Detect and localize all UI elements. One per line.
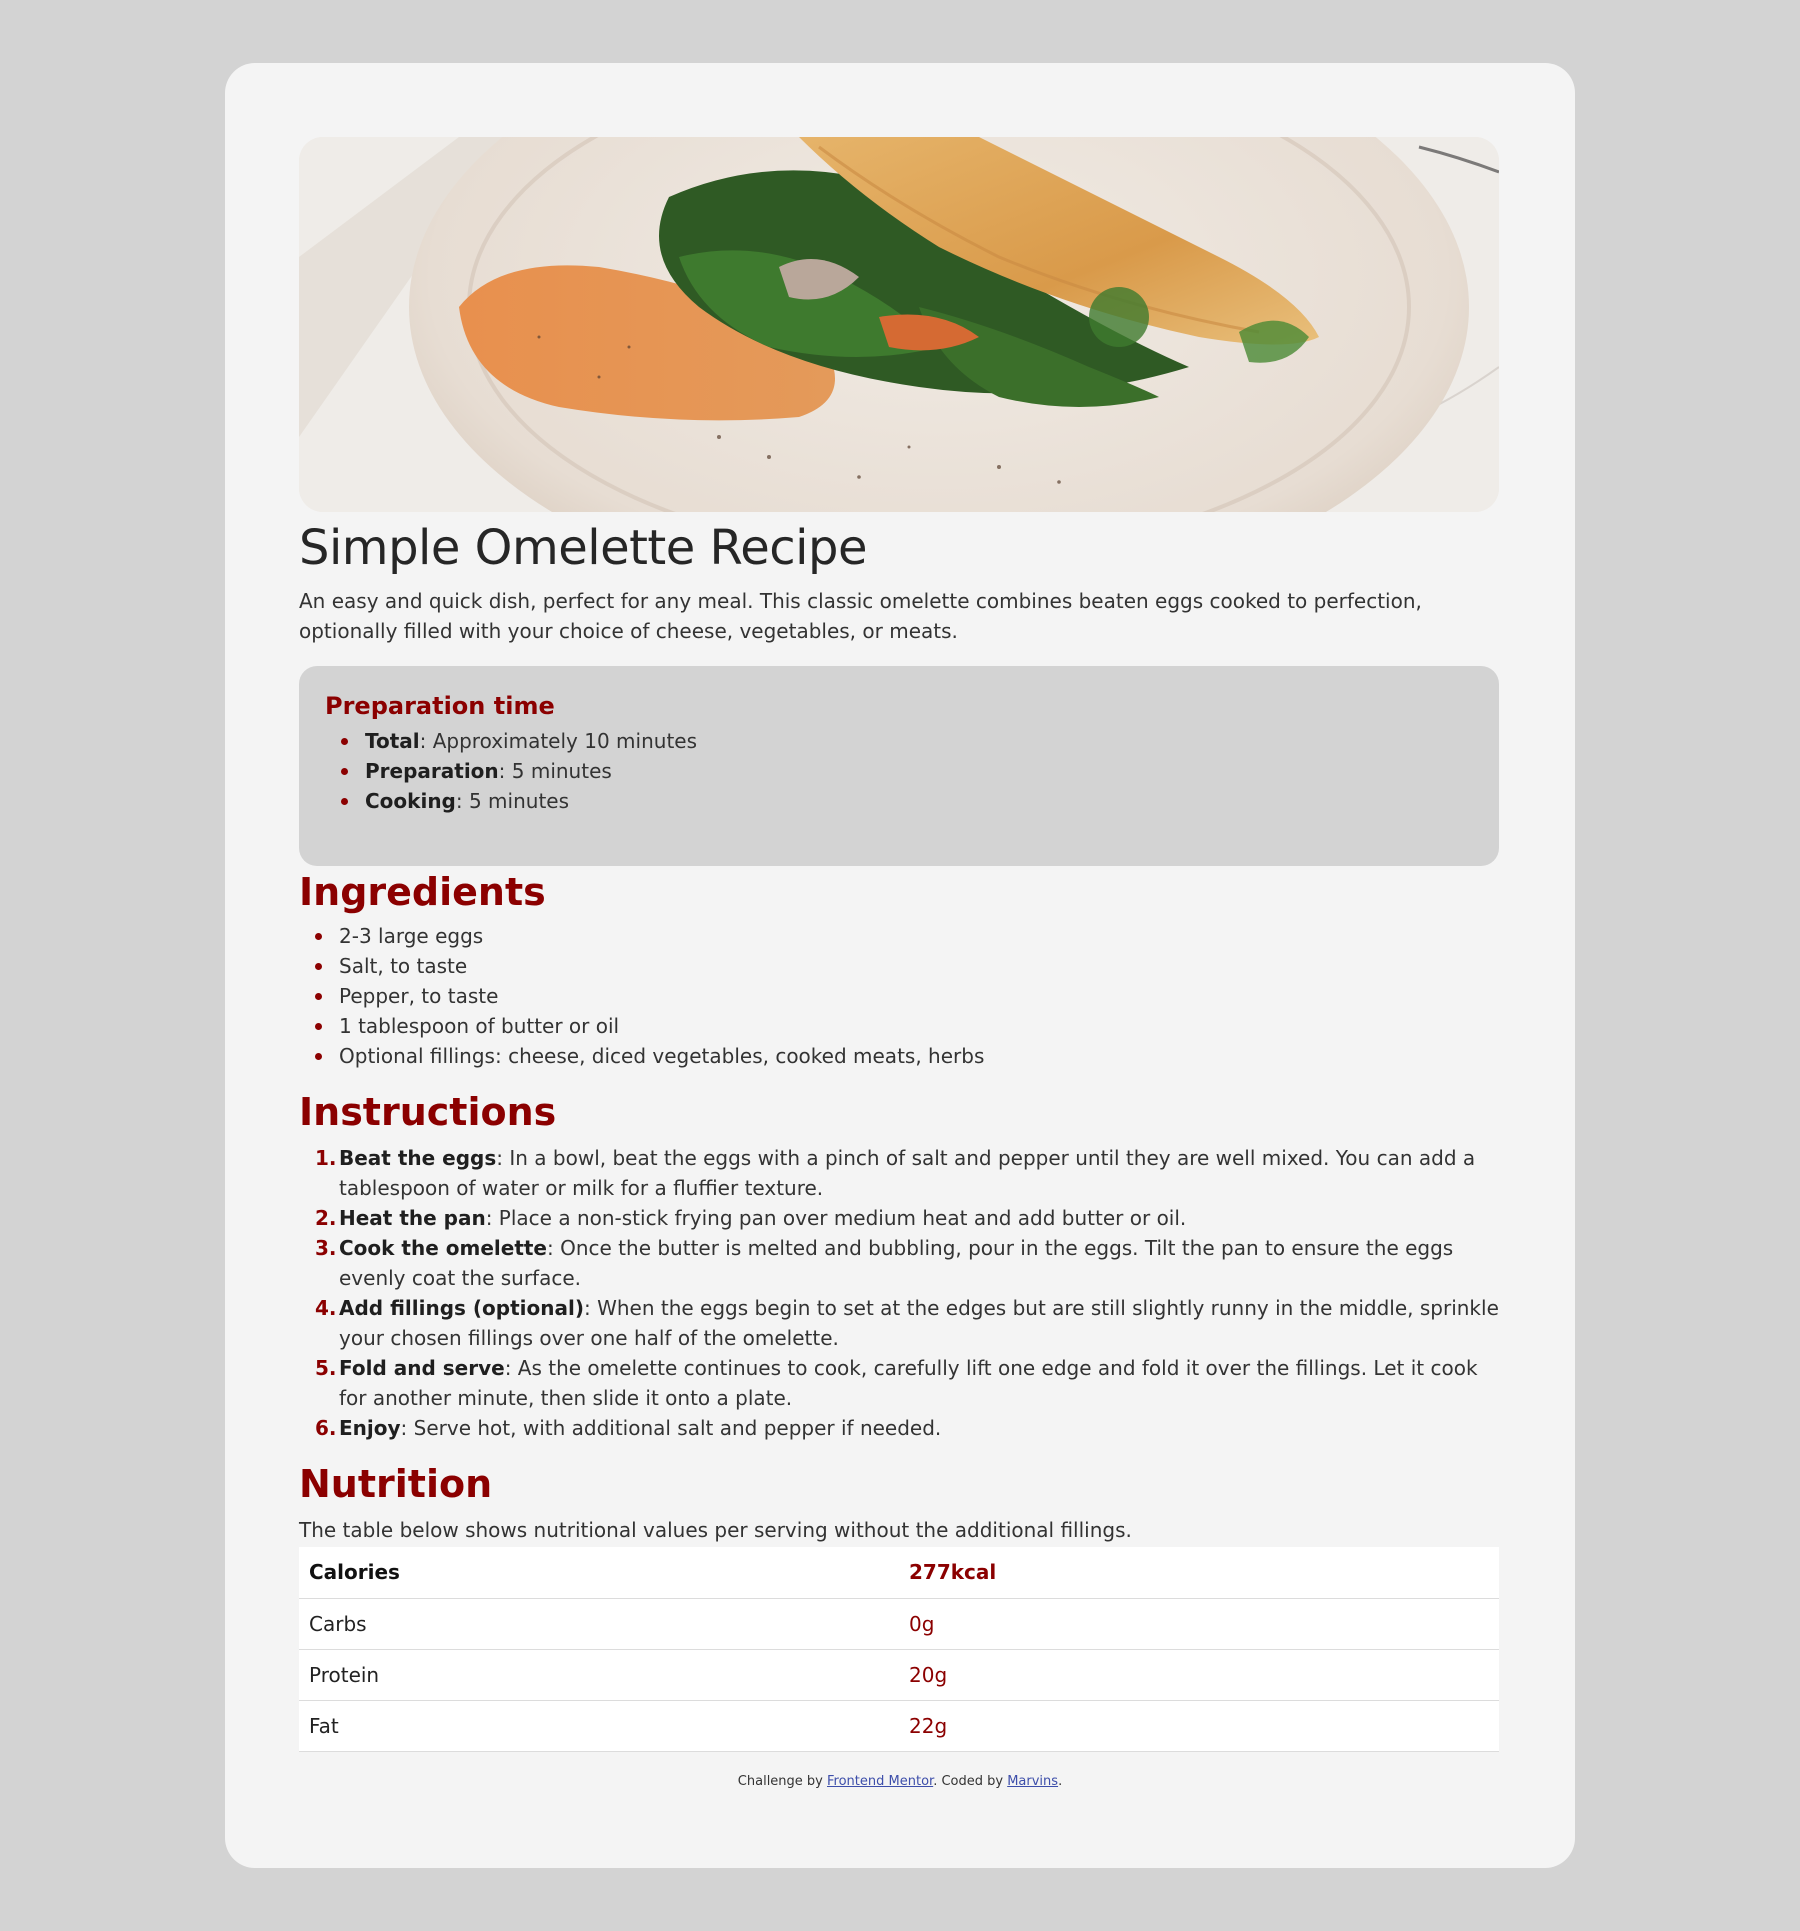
table-row: Protein 20g bbox=[299, 1649, 1499, 1701]
step-number: 1. bbox=[315, 1146, 337, 1170]
ingredient-item: Salt, to taste bbox=[299, 951, 1501, 981]
step-text: : Place a non-stick frying pan over medi… bbox=[485, 1206, 1187, 1230]
table-row: Fat 22g bbox=[299, 1700, 1499, 1752]
attribution-footer: Challenge by Frontend Mentor. Coded by M… bbox=[299, 1774, 1501, 1789]
instruction-step: 3. Cook the omelette: Once the butter is … bbox=[299, 1233, 1501, 1293]
instruction-step: 6. Enjoy: Serve hot, with additional salt… bbox=[299, 1413, 1501, 1443]
step-text: : In a bowl, beat the eggs with a pinch … bbox=[339, 1146, 1476, 1200]
author-link[interactable]: Marvins bbox=[1007, 1774, 1058, 1789]
ingredient-item: Pepper, to taste bbox=[299, 981, 1501, 1011]
step-label: Heat the pan bbox=[339, 1206, 486, 1230]
nutrition-description: The table below shows nutritional values… bbox=[299, 1518, 1132, 1542]
step-number: 4. bbox=[315, 1296, 337, 1320]
preparation-item-value: : 5 minutes bbox=[498, 759, 612, 783]
instruction-step: 5. Fold and serve: As the omelette contin… bbox=[299, 1353, 1501, 1413]
step-label: Enjoy bbox=[339, 1416, 401, 1440]
nutrition-heading: Nutrition bbox=[299, 1462, 493, 1506]
nutrient-value: 20g bbox=[899, 1649, 1499, 1701]
table-row: Carbs 0g bbox=[299, 1598, 1499, 1650]
preparation-item: Cooking: 5 minutes bbox=[325, 786, 1473, 816]
step-label: Fold and serve bbox=[339, 1356, 505, 1380]
footer-middle: . Coded by bbox=[933, 1773, 1008, 1789]
instructions-list: 1. Beat the eggs: In a bowl, beat the egg… bbox=[299, 1143, 1501, 1443]
step-text: : As the omelette continues to cook, car… bbox=[339, 1356, 1478, 1410]
ingredients-heading: Ingredients bbox=[299, 870, 546, 914]
ingredient-item: 1 tablespoon of butter or oil bbox=[299, 1011, 1501, 1041]
table-row: Calories 277kcal bbox=[299, 1547, 1499, 1599]
nutrient-name: Calories bbox=[299, 1547, 899, 1599]
step-number: 6. bbox=[315, 1416, 337, 1440]
step-text: : Serve hot, with additional salt and pe… bbox=[400, 1416, 942, 1440]
instruction-step: 4. Add fillings (optional): When the eggs… bbox=[299, 1293, 1501, 1353]
ingredients-list: 2-3 large eggs Salt, to taste Pepper, to… bbox=[299, 921, 1501, 1071]
nutrient-value: 22g bbox=[899, 1700, 1499, 1752]
recipe-description: An easy and quick dish, perfect for any … bbox=[299, 589, 1422, 643]
step-label: Beat the eggs bbox=[339, 1146, 497, 1170]
preparation-item-label: Preparation bbox=[365, 759, 499, 783]
nutrient-name: Carbs bbox=[299, 1598, 899, 1650]
instruction-step: 2. Heat the pan: Place a non-stick frying… bbox=[299, 1203, 1501, 1233]
preparation-list: Total: Approximately 10 minutes Preparat… bbox=[325, 726, 1473, 816]
preparation-item-label: Cooking bbox=[365, 789, 456, 813]
step-label: Cook the omelette bbox=[339, 1236, 547, 1260]
preparation-item-value: : Approximately 10 minutes bbox=[419, 729, 698, 753]
step-label: Add fillings (optional) bbox=[339, 1296, 584, 1320]
nutrition-table: Calories 277kcal Carbs 0g Protein 20g Fa… bbox=[299, 1547, 1499, 1752]
instruction-step: 1. Beat the eggs: In a bowl, beat the egg… bbox=[299, 1143, 1501, 1203]
footer-suffix: . bbox=[1058, 1773, 1063, 1789]
footer-prefix: Challenge by bbox=[737, 1773, 828, 1789]
nutrient-name: Fat bbox=[299, 1700, 899, 1752]
preparation-item-value: : 5 minutes bbox=[455, 789, 570, 813]
ingredient-item: 2-3 large eggs bbox=[299, 921, 1501, 951]
recipe-card: Simple Omelette Recipe An easy and quick… bbox=[225, 63, 1575, 1868]
step-number: 5. bbox=[315, 1356, 337, 1380]
preparation-time-box: Preparation time Total: Approximately 10… bbox=[299, 666, 1499, 866]
omelette-image bbox=[299, 137, 1499, 512]
nutrient-name: Protein bbox=[299, 1649, 899, 1701]
instructions-heading: Instructions bbox=[299, 1090, 557, 1134]
nutrient-value: 277kcal bbox=[899, 1547, 1499, 1599]
ingredient-item: Optional fillings: cheese, diced vegetab… bbox=[299, 1041, 1501, 1071]
step-number: 2. bbox=[315, 1206, 337, 1230]
recipe-title: Simple Omelette Recipe bbox=[299, 520, 867, 576]
frontend-mentor-link[interactable]: Frontend Mentor bbox=[827, 1774, 933, 1789]
step-number: 3. bbox=[315, 1236, 337, 1260]
nutrient-value: 0g bbox=[899, 1598, 1499, 1650]
preparation-item: Preparation: 5 minutes bbox=[325, 756, 1473, 786]
preparation-item: Total: Approximately 10 minutes bbox=[325, 726, 1473, 756]
preparation-heading: Preparation time bbox=[325, 692, 555, 720]
preparation-item-label: Total bbox=[365, 729, 420, 753]
omelette-photo bbox=[299, 137, 1499, 512]
